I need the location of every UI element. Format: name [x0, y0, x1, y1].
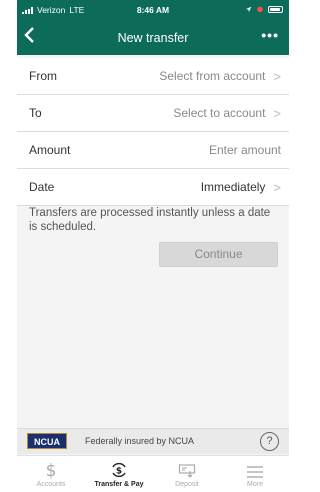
to-label: To [29, 106, 42, 120]
ncua-bar: NCUA Federally insured by NCUA ? [17, 428, 289, 454]
tab-deposit[interactable]: Deposit [153, 456, 221, 492]
from-label: From [29, 69, 57, 83]
date-value: Immediately [200, 180, 266, 194]
transfer-note: Transfers are processed instantly unless… [29, 207, 271, 233]
amount-label: Amount [29, 143, 71, 157]
to-value: Select to account [173, 106, 266, 120]
deposit-check-icon [153, 459, 221, 479]
tab-label: Transfer & Pay [94, 481, 144, 488]
chevron-right-icon: > [273, 179, 281, 195]
more-options-button[interactable]: ••• [261, 27, 279, 43]
ncua-logo: NCUA [27, 433, 67, 449]
tab-accounts[interactable]: $ Accounts [17, 456, 85, 492]
battery-icon [268, 5, 283, 13]
from-account-row[interactable]: From Select from account > [17, 58, 289, 95]
tab-label: More [247, 481, 263, 488]
status-right [245, 5, 283, 13]
date-label: Date [29, 180, 55, 194]
chevron-right-icon: > [273, 105, 281, 121]
amount-row[interactable]: Amount Enter amount [17, 132, 289, 169]
tab-transfer-pay[interactable]: $ Transfer & Pay [85, 456, 153, 492]
to-account-row[interactable]: To Select to account > [17, 95, 289, 132]
svg-text:$: $ [46, 461, 57, 479]
continue-button[interactable]: Continue [159, 242, 278, 267]
help-button[interactable]: ? [260, 432, 279, 451]
tab-more[interactable]: More [221, 456, 289, 492]
transfer-pay-icon: $ [85, 459, 153, 479]
location-icon [245, 6, 252, 12]
page-title: New transfer [117, 31, 189, 45]
transfer-form: From Select from account > To Select to … [17, 58, 289, 206]
menu-icon [221, 459, 289, 479]
nav-bar: New transfer ••• [17, 22, 289, 55]
svg-text:$: $ [116, 467, 122, 477]
amount-input[interactable]: Enter amount [209, 143, 281, 157]
status-bar: Verizon LTE 8:46 AM [17, 0, 289, 22]
chevron-right-icon: > [273, 68, 281, 84]
tab-label: Deposit [175, 481, 199, 488]
tab-bar: $ Accounts $ Transfer & Pay Deposit More [17, 455, 289, 492]
tab-label: Accounts [36, 481, 66, 488]
dollar-icon: $ [17, 459, 85, 479]
app-frame: Verizon LTE 8:46 AM New transfer ••• Fro… [17, 0, 289, 492]
header: Verizon LTE 8:46 AM New transfer ••• [17, 0, 289, 55]
from-value: Select from account [159, 69, 266, 83]
alarm-icon [257, 6, 263, 13]
date-row[interactable]: Date Immediately > [17, 169, 289, 206]
ncua-text: Federally insured by NCUA [85, 436, 195, 446]
